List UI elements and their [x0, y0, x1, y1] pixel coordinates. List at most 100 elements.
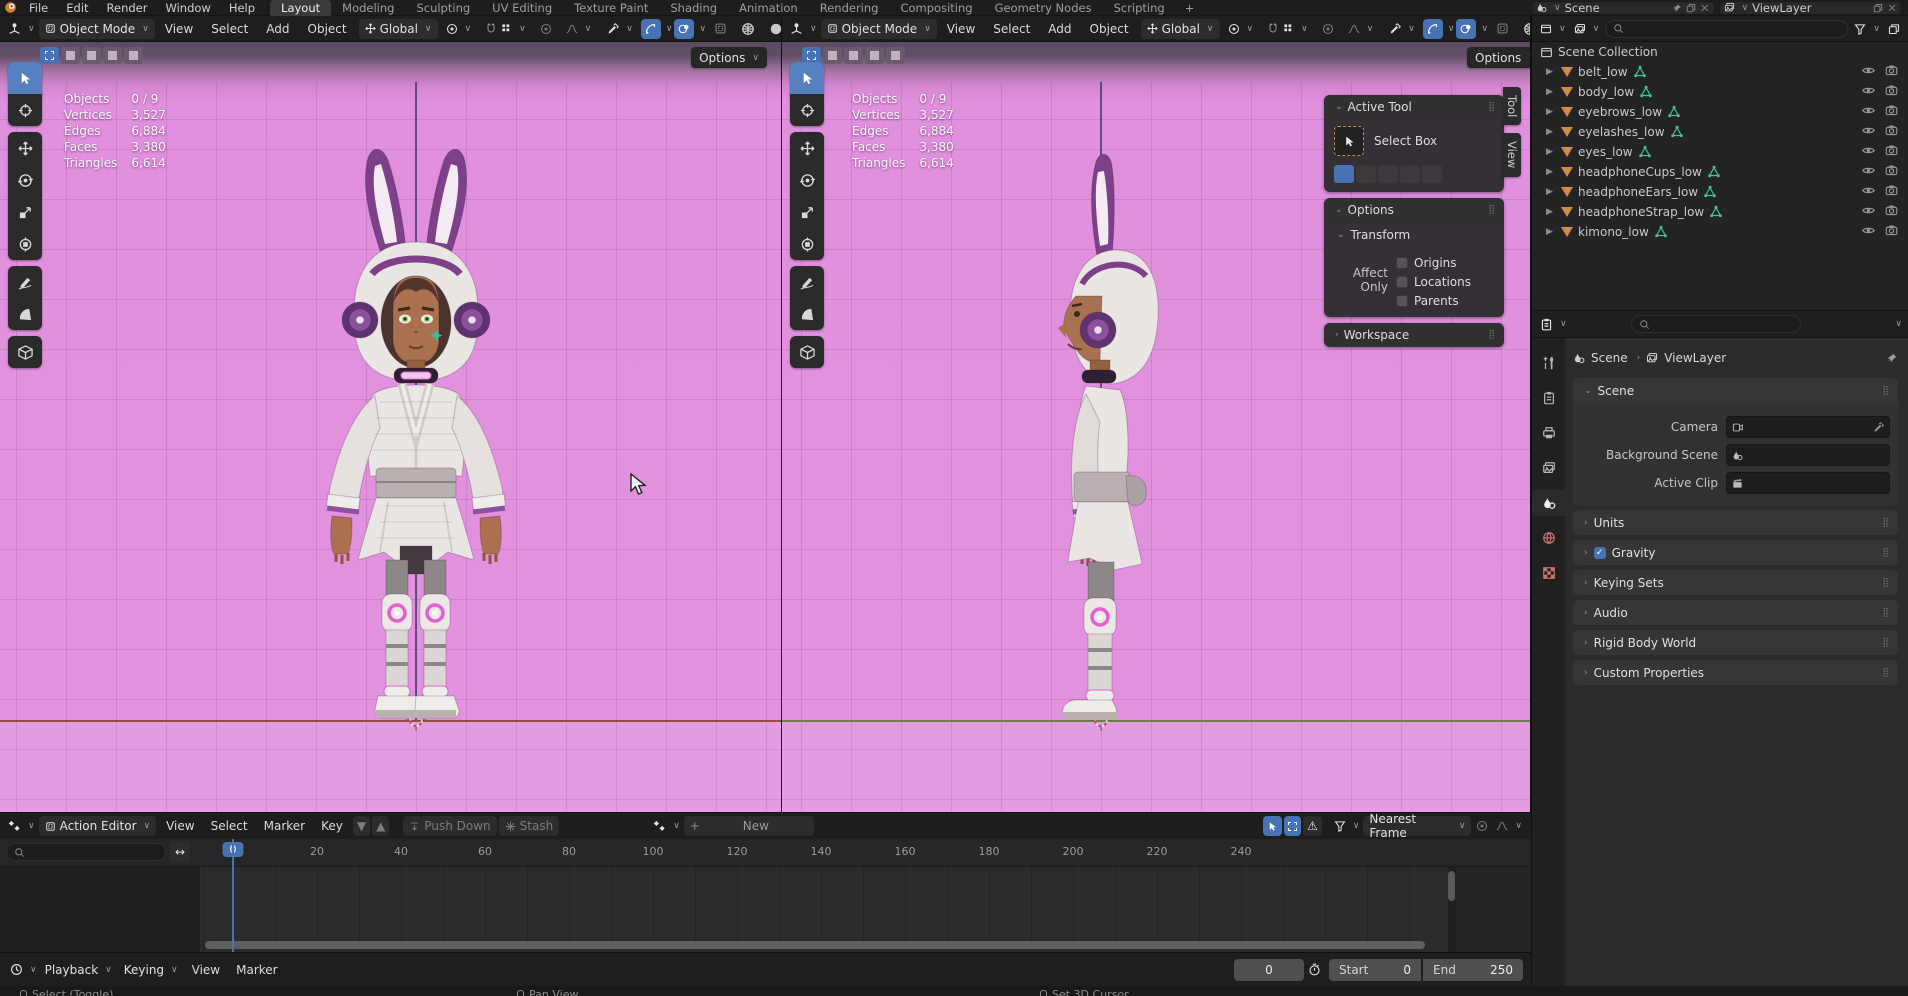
mode-dropdown[interactable]: Object Mode∨: [39, 19, 155, 39]
expand-icon[interactable]: ▶: [1546, 87, 1556, 97]
vertical-scrollbar[interactable]: [1448, 871, 1455, 901]
pin-icon[interactable]: [1672, 3, 1682, 13]
hide-viewport-toggle[interactable]: [1862, 224, 1875, 240]
gizmos-dropdown[interactable]: ∨: [666, 24, 673, 34]
viewport-menu-object[interactable]: Object: [1082, 22, 1137, 36]
sidebar-tab-tool[interactable]: Tool: [1503, 87, 1521, 125]
hide-viewport-toggle[interactable]: [1862, 84, 1875, 100]
editor-type-dropdown[interactable]: ∨: [6, 19, 37, 39]
tool-select-mode-1-button[interactable]: [1356, 165, 1376, 183]
move-tool-button[interactable]: [8, 132, 42, 164]
use-preview-range-icon[interactable]: [1304, 960, 1325, 980]
eyedropper-icon[interactable]: [1873, 422, 1884, 433]
select-mode-4-button[interactable]: [124, 47, 143, 64]
pin-icon[interactable]: [1886, 352, 1898, 364]
dope-menu-key[interactable]: Key: [313, 819, 351, 833]
workspace-tab-texture-paint[interactable]: Texture Paint: [563, 0, 659, 16]
mode-dropdown[interactable]: Object Mode∨: [821, 19, 937, 39]
timeline-menu-playback[interactable]: Playback∨: [39, 960, 118, 980]
tool-select-mode-2-button[interactable]: [1378, 165, 1398, 183]
cursor-tool-tool-button[interactable]: [790, 94, 824, 126]
disable-render-toggle[interactable]: [1885, 124, 1898, 140]
rotate-tool-button[interactable]: [8, 164, 42, 196]
expand-channels-button[interactable]: ↔: [170, 842, 190, 862]
character-model-side[interactable]: [1030, 146, 1180, 721]
expand-icon[interactable]: ▶: [1546, 227, 1556, 237]
properties-scene-tab[interactable]: [1532, 490, 1565, 516]
properties-search-input[interactable]: [1631, 315, 1801, 333]
snap-dropdown[interactable]: ∨: [479, 19, 532, 39]
playhead[interactable]: [232, 839, 234, 953]
select-box-tool-button[interactable]: [8, 62, 42, 94]
new-layer-icon[interactable]: [1873, 3, 1883, 13]
close-icon[interactable]: ✕: [1700, 1, 1710, 15]
rigid-body-world-panel-header[interactable]: ›Rigid Body World⣿: [1573, 630, 1898, 655]
workspace-tab-rendering[interactable]: Rendering: [809, 0, 890, 16]
display-mode-dropdown[interactable]: ∨: [1572, 19, 1602, 39]
timeline-menu-view[interactable]: View: [184, 963, 228, 977]
viewport-options-dropdown[interactable]: Options ∨: [1467, 47, 1530, 68]
push-down-button[interactable]: Push Down: [403, 816, 496, 836]
dope-menu-view[interactable]: View: [158, 819, 202, 833]
select-mode-4-button[interactable]: [886, 47, 905, 64]
xray-toggle-icon[interactable]: [708, 19, 733, 39]
workspace-tab-animation[interactable]: Animation: [728, 0, 809, 16]
channel-search-input[interactable]: [6, 843, 166, 861]
properties-options-dropdown[interactable]: ∨: [1895, 319, 1902, 329]
disable-render-toggle[interactable]: [1885, 224, 1898, 240]
move-up-button[interactable]: ▲: [372, 816, 389, 836]
active-clip-field[interactable]: [1726, 472, 1890, 494]
transform-tool-button[interactable]: [790, 228, 824, 260]
workspace-tab-layout[interactable]: Layout: [270, 0, 331, 16]
select-mode-2-button[interactable]: [82, 47, 101, 64]
expand-icon[interactable]: ▶: [1546, 67, 1556, 77]
viewport-canvas-front[interactable]: Options ∨ Objects0 / 9Vertices3,527Edges…: [0, 42, 781, 812]
background-scene-field[interactable]: [1726, 444, 1890, 466]
start-frame-field[interactable]: Start 0: [1329, 959, 1421, 981]
select-box-tool-button[interactable]: [1334, 126, 1364, 156]
parents-checkbox[interactable]: [1396, 295, 1408, 307]
filter-dropdown[interactable]: ∨: [1332, 816, 1362, 836]
dope-menu-marker[interactable]: Marker: [256, 819, 313, 833]
new-action-button[interactable]: + New: [684, 816, 814, 836]
properties-world-tab[interactable]: [1532, 525, 1565, 551]
shading-wireframe-icon[interactable]: [1517, 19, 1531, 39]
disable-render-toggle[interactable]: [1885, 64, 1898, 80]
scale-tool-button[interactable]: [790, 196, 824, 228]
stash-button[interactable]: Stash: [499, 816, 560, 836]
hide-viewport-toggle[interactable]: [1862, 144, 1875, 160]
falloff-dropdown[interactable]: ∨: [560, 19, 598, 39]
transform-orientation-dropdown[interactable]: Global∨: [359, 19, 438, 39]
add-workspace-button[interactable]: +: [1176, 0, 1204, 16]
hide-viewport-toggle[interactable]: [1862, 104, 1875, 120]
disable-render-toggle[interactable]: [1885, 204, 1898, 220]
drag-grip-icon[interactable]: ⣿: [1488, 205, 1496, 215]
add-cube-tool-button[interactable]: [8, 336, 42, 368]
transform-subpanel-title[interactable]: Transform: [1351, 228, 1411, 242]
viewlayer-selector[interactable]: ∨ ViewLayer ✕: [1719, 1, 1903, 15]
disable-render-toggle[interactable]: [1885, 164, 1898, 180]
transform-orientation-dropdown[interactable]: Global∨: [1141, 19, 1220, 39]
select-mode-0-button[interactable]: [40, 47, 59, 64]
blender-logo-icon[interactable]: [0, 0, 20, 16]
workspace-tab-geometry-nodes[interactable]: Geometry Nodes: [984, 0, 1103, 16]
add-cube-tool-button[interactable]: [790, 336, 824, 368]
outliner-item-eyes_low[interactable]: ▶eyes_low: [1532, 142, 1908, 162]
shading-solid-icon[interactable]: [763, 19, 782, 39]
filter-dropdown[interactable]: ∨: [1852, 19, 1882, 39]
viewport-options-dropdown[interactable]: Options ∨: [691, 47, 767, 68]
xray-toggle-icon[interactable]: [1490, 19, 1515, 39]
transform-tool-button[interactable]: [8, 228, 42, 260]
overlays-toggle-icon[interactable]: [674, 19, 694, 39]
move-down-button[interactable]: ▼: [353, 816, 370, 836]
hide-viewport-toggle[interactable]: [1862, 64, 1875, 80]
outliner-item-headphoneEars_low[interactable]: ▶headphoneEars_low: [1532, 182, 1908, 202]
editor-type-dropdown[interactable]: ∨: [788, 19, 819, 39]
breadcrumb-scene[interactable]: Scene: [1591, 351, 1628, 365]
dope-sheet-canvas[interactable]: [0, 867, 1531, 953]
snap-dropdown[interactable]: ∨: [1261, 19, 1314, 39]
viewport-front[interactable]: ∨Object Mode∨ViewSelectAddObjectGlobal∨∨…: [0, 16, 782, 812]
outliner-item-belt_low[interactable]: ▶belt_low: [1532, 62, 1908, 82]
disable-render-toggle[interactable]: [1885, 144, 1898, 160]
viewport-menu-add[interactable]: Add: [1040, 22, 1079, 36]
